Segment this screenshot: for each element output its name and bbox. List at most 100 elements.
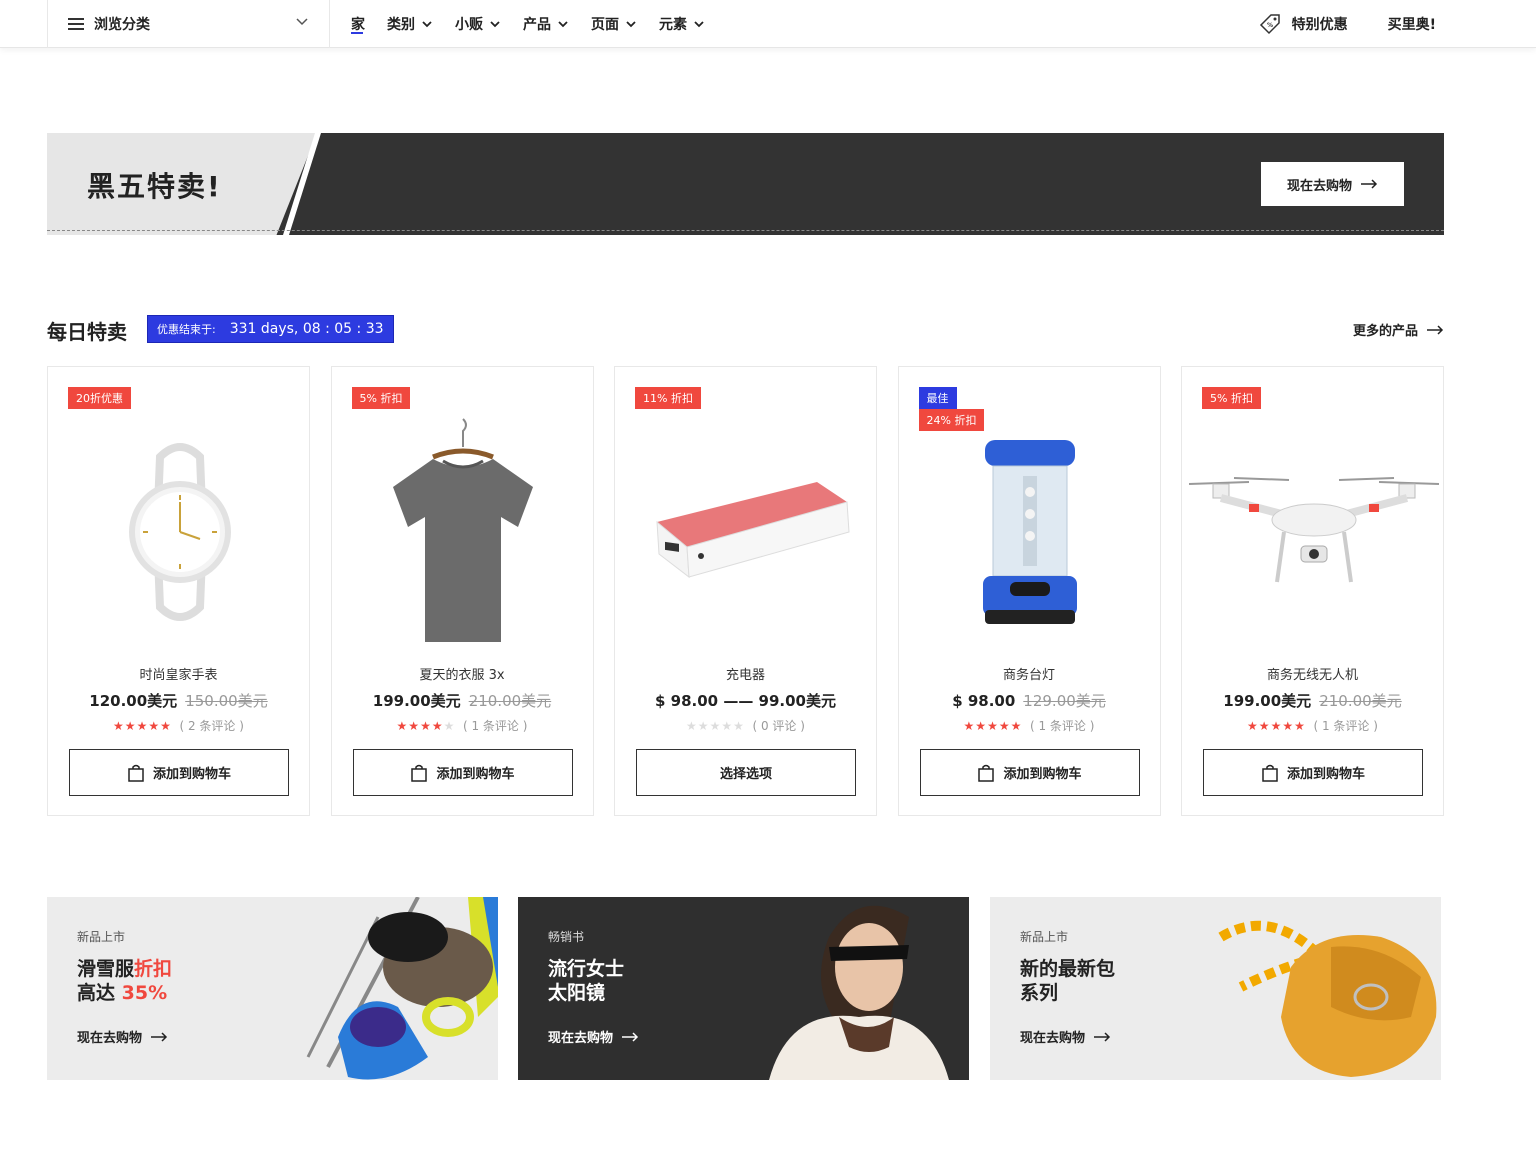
old-price: 210.00美元 <box>1319 692 1402 710</box>
add-to-cart-button[interactable]: 添加到购物车 <box>919 749 1140 796</box>
old-price: 210.00美元 <box>468 692 552 710</box>
nav-item-products[interactable]: 产品 <box>523 0 569 48</box>
add-to-cart-label: 添加到购物车 <box>436 767 515 782</box>
current-price: $ 98.00 <box>952 692 1016 710</box>
star-rating: ★★★★★ <box>686 719 745 733</box>
select-options-button[interactable]: 选择选项 <box>636 749 856 796</box>
product-card[interactable]: 5% 折扣 商务无线无人机 199.00美元 210.00美元 ★★★★★ (… <box>1181 366 1444 816</box>
add-to-cart-button[interactable]: 添加到购物车 <box>69 749 289 796</box>
product-image[interactable] <box>1182 407 1445 657</box>
product-card[interactable]: 20折优惠 时尚皇家手表 120.00美元 150.00美元 ★★★★★ ( 2 … <box>47 366 310 816</box>
ski-gear-image <box>306 897 498 1080</box>
product-image[interactable] <box>899 407 1162 657</box>
menu-icon <box>68 18 84 30</box>
chevron-down-icon <box>558 21 568 28</box>
arrow-right-icon <box>1427 324 1444 335</box>
special-offers-link[interactable]: % 特别优惠 <box>1258 12 1348 36</box>
promo-shop-link[interactable]: 现在去购物 <box>548 1027 639 1046</box>
shop-now-button[interactable]: 现在去购物 <box>1261 162 1404 206</box>
discount-badge: 5% 折扣 <box>1202 387 1261 409</box>
countdown-time: 331 days, 08 : 05 : 33 <box>229 321 384 337</box>
product-image[interactable] <box>332 407 595 657</box>
nav-item-vendors[interactable]: 小贩 <box>455 0 501 48</box>
top-navigation: 浏览分类 家 类别 小贩 产品 页面 元素 % 特别优惠 买里奥! <box>0 0 1536 48</box>
discount-tag-icon: % <box>1259 14 1280 35</box>
woman-sunglasses-image <box>769 905 949 1080</box>
nav-item-label: 产品 <box>523 17 551 33</box>
product-card[interactable]: 最佳 24% 折扣 商务台灯 $ 98.00 129.00美元 ★★★★★ ( 1… <box>897 366 1162 816</box>
review-count[interactable]: ( 0 评论 ) <box>752 719 804 733</box>
promo-banner-sunglasses[interactable]: 畅销书 流行女士 太阳镜 现在去购物 <box>518 897 969 1080</box>
countdown-label: 优惠结束于: <box>157 323 216 336</box>
product-price: 120.00美元 150.00美元 <box>48 690 309 711</box>
nav-right: % 特别优惠 买里奥! <box>1258 0 1436 48</box>
product-card[interactable]: 5% 折扣 夏天的衣服 3x 199.00美元 210.00美元 ★★★★★ ( … <box>330 366 595 816</box>
promo-shop-link[interactable]: 现在去购物 <box>77 1027 168 1046</box>
promo-link-label: 现在去购物 <box>1020 1031 1086 1046</box>
product-image[interactable] <box>615 407 878 657</box>
promo-title-highlight: 35% <box>121 982 168 1004</box>
watch-icon <box>128 443 231 621</box>
star-rating: ★★★★★ <box>1247 719 1306 733</box>
promo-title-text: 高达 <box>77 982 122 1004</box>
discount-badge: 5% 折扣 <box>351 387 411 409</box>
shopping-bag-icon <box>128 764 144 782</box>
promo-title-text: 流行女士 <box>548 958 625 980</box>
product-rating: ★★★★★ ( 0 评论 ) <box>615 717 876 734</box>
product-name[interactable]: 商务无线无人机 <box>1182 664 1443 683</box>
promo-link-label: 现在去购物 <box>77 1031 143 1046</box>
select-options-label: 选择选项 <box>719 767 772 782</box>
add-to-cart-button[interactable]: 添加到购物车 <box>1203 749 1423 796</box>
star-rating: ★★★★★ <box>396 719 456 733</box>
tshirt-icon <box>393 418 533 642</box>
product-rating: ★★★★★ ( 1 条评论 ) <box>332 717 593 734</box>
add-to-cart-button[interactable]: 添加到购物车 <box>352 749 573 796</box>
nav-item-label: 小贩 <box>455 17 483 33</box>
lantern-icon <box>983 440 1077 624</box>
product-grid: 20折优惠 时尚皇家手表 120.00美元 150.00美元 ★★★★★ ( 2 … <box>47 366 1444 816</box>
product-name[interactable]: 夏天的衣服 3x <box>332 664 593 683</box>
nav-item-elements[interactable]: 元素 <box>659 0 705 48</box>
promo-tag: 畅销书 <box>548 930 585 944</box>
product-name[interactable]: 充电器 <box>615 664 876 683</box>
badge-group: 5% 折扣 <box>351 387 411 409</box>
shopping-bag-icon <box>411 764 428 782</box>
more-products-link[interactable]: 更多的产品 <box>1353 320 1444 339</box>
review-count[interactable]: ( 1 条评论 ) <box>1313 719 1377 733</box>
buy-link[interactable]: 买里奥! <box>1388 14 1436 34</box>
promo-shop-link[interactable]: 现在去购物 <box>1020 1027 1111 1046</box>
review-count[interactable]: ( 2 条评论 ) <box>179 719 243 733</box>
nav-item-label: 家 <box>351 17 365 33</box>
current-price: $ 98.00 —— 99.00美元 <box>655 692 836 710</box>
shop-now-label: 现在去购物 <box>1286 178 1352 194</box>
nav-item-categories[interactable]: 类别 <box>387 0 433 48</box>
product-price: $ 98.00 129.00美元 <box>899 690 1160 711</box>
drone-icon <box>1188 477 1439 583</box>
product-rating: ★★★★★ ( 1 条评论 ) <box>1182 717 1443 734</box>
promo-banner-ski[interactable]: 新品上市 滑雪服折扣 高达 35% 现在去购物 <box>47 897 498 1080</box>
arrow-right-icon <box>151 1031 168 1042</box>
review-count[interactable]: ( 1 条评论 ) <box>1030 719 1094 733</box>
nav-item-pages[interactable]: 页面 <box>591 0 637 48</box>
handbag-image <box>1218 920 1437 1077</box>
browse-categories-dropdown[interactable]: 浏览分类 <box>47 0 330 48</box>
product-name[interactable]: 商务台灯 <box>899 664 1160 683</box>
best-badge: 最佳 <box>918 387 957 409</box>
nav-item-label: 类别 <box>387 17 415 33</box>
black-friday-banner: 黑五特卖! 现在去购物 <box>47 133 1444 235</box>
product-card[interactable]: 11% 折扣 充电器 $ 98.00 —— 99.00美元 ★★★★★ ( 0 … <box>614 366 877 816</box>
promo-banner-bags[interactable]: 新品上市 新的最新包 系列 现在去购物 <box>990 897 1441 1080</box>
product-name[interactable]: 时尚皇家手表 <box>48 664 309 683</box>
banner-divider-stripe <box>283 133 321 235</box>
promo-title: 滑雪服折扣 高达 35% <box>77 957 172 1005</box>
shopping-bag-icon <box>978 764 995 782</box>
special-offers-label: 特别优惠 <box>1291 17 1348 33</box>
product-image[interactable] <box>48 407 311 657</box>
discount-badge: 11% 折扣 <box>635 387 701 409</box>
nav-item-home[interactable]: 家 <box>351 0 365 48</box>
chevron-down-icon <box>694 21 704 28</box>
product-rating: ★★★★★ ( 2 条评论 ) <box>48 717 309 734</box>
star-rating: ★★★★★ <box>113 719 172 733</box>
review-count[interactable]: ( 1 条评论 ) <box>463 719 527 733</box>
browse-label: 浏览分类 <box>94 17 150 33</box>
